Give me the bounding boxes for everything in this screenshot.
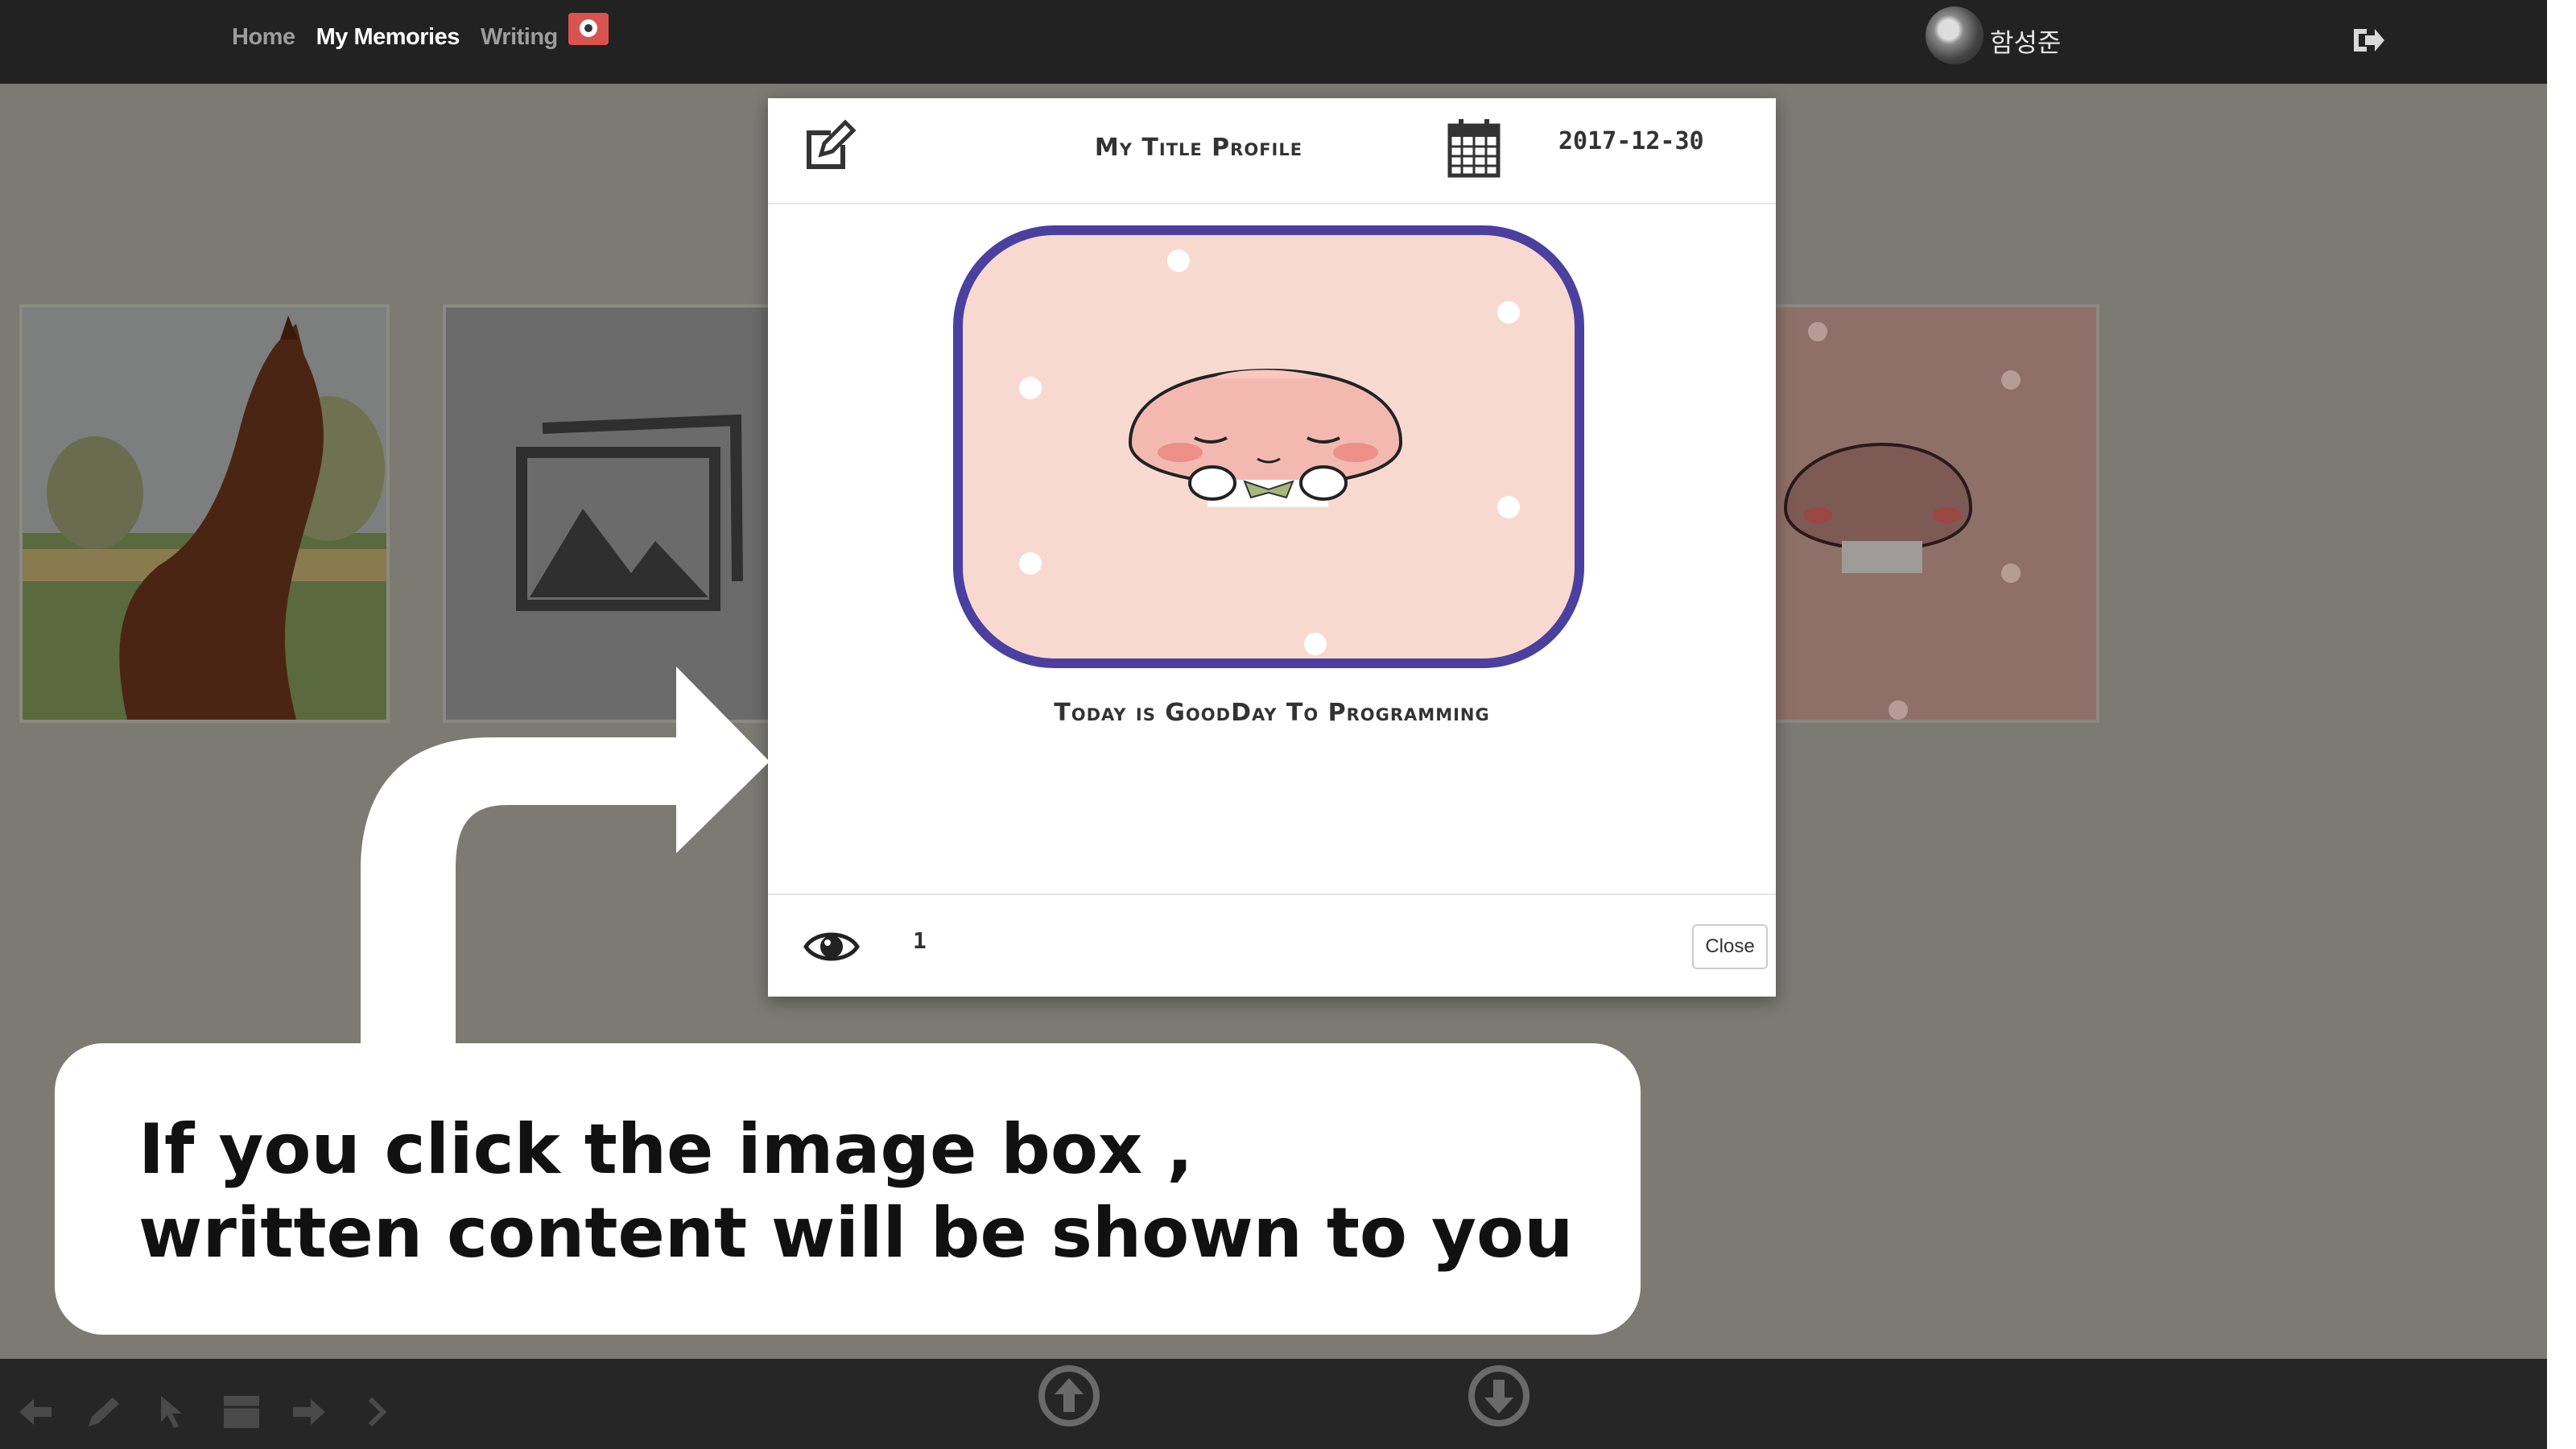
modal-title: My Title Profile	[1094, 134, 1303, 162]
forward-arrow-icon[interactable]	[290, 1394, 328, 1430]
edit-icon[interactable]	[802, 119, 857, 174]
callout-line-2: written content will be shown to you	[138, 1193, 1574, 1274]
image-placeholder-icon	[446, 308, 810, 720]
gallery-card-peach[interactable]	[1726, 304, 2099, 723]
nav-writing-link[interactable]: Writing	[481, 24, 558, 50]
modal-footer: 1 Close	[768, 894, 1776, 998]
modal-header: My Title Profile 2017-12-30	[768, 98, 1776, 204]
nav-home-link[interactable]: Home	[232, 24, 295, 50]
callout-text: If you click the image box , written con…	[138, 1108, 1573, 1275]
nav-my-memories-link[interactable]: My Memories	[316, 24, 460, 50]
pen-icon[interactable]	[84, 1394, 122, 1430]
calendar-icon	[1447, 119, 1501, 178]
window-edge	[2547, 0, 2576, 1449]
logout-icon[interactable]	[2351, 24, 2386, 56]
camera-button[interactable]	[568, 13, 609, 45]
bottom-toolbar	[0, 1359, 2547, 1449]
arrow-down-circle-icon[interactable]	[1467, 1364, 1531, 1428]
arrow-up-circle-icon[interactable]	[1037, 1364, 1101, 1428]
eye-icon	[803, 932, 860, 961]
close-button[interactable]: Close	[1692, 924, 1768, 969]
nav-links: Home My Memories Writing	[232, 24, 572, 51]
pointer-icon[interactable]	[158, 1394, 187, 1430]
back-arrow-icon[interactable]	[16, 1394, 55, 1430]
camera-icon	[580, 19, 597, 37]
peach-thumbnail	[1729, 308, 2096, 720]
slide-icon[interactable]	[222, 1394, 261, 1430]
view-count: 1	[913, 927, 927, 954]
screen: Home My Memories Writing 함성준 My Title Pr…	[0, 0, 2576, 1449]
top-navbar: Home My Memories Writing 함성준	[0, 0, 2547, 84]
horse-image	[23, 308, 386, 720]
gallery-card-horse[interactable]	[19, 304, 390, 723]
tutorial-arrow	[361, 667, 770, 1043]
avatar[interactable]	[1926, 6, 1984, 64]
modal-date: 2017-12-30	[1558, 127, 1704, 155]
chevron-right-icon[interactable]	[365, 1394, 390, 1430]
user-name[interactable]: 함성준	[1990, 23, 2061, 60]
tutorial-callout: If you click the image box , written con…	[55, 1043, 1641, 1335]
memory-modal: My Title Profile 2017-12-30 Today is Goo…	[768, 98, 1776, 997]
modal-caption: Today is GoodDay To Programming	[1054, 699, 1490, 727]
callout-line-1: If you click the image box ,	[138, 1109, 1193, 1190]
memory-image-box[interactable]	[953, 225, 1584, 668]
